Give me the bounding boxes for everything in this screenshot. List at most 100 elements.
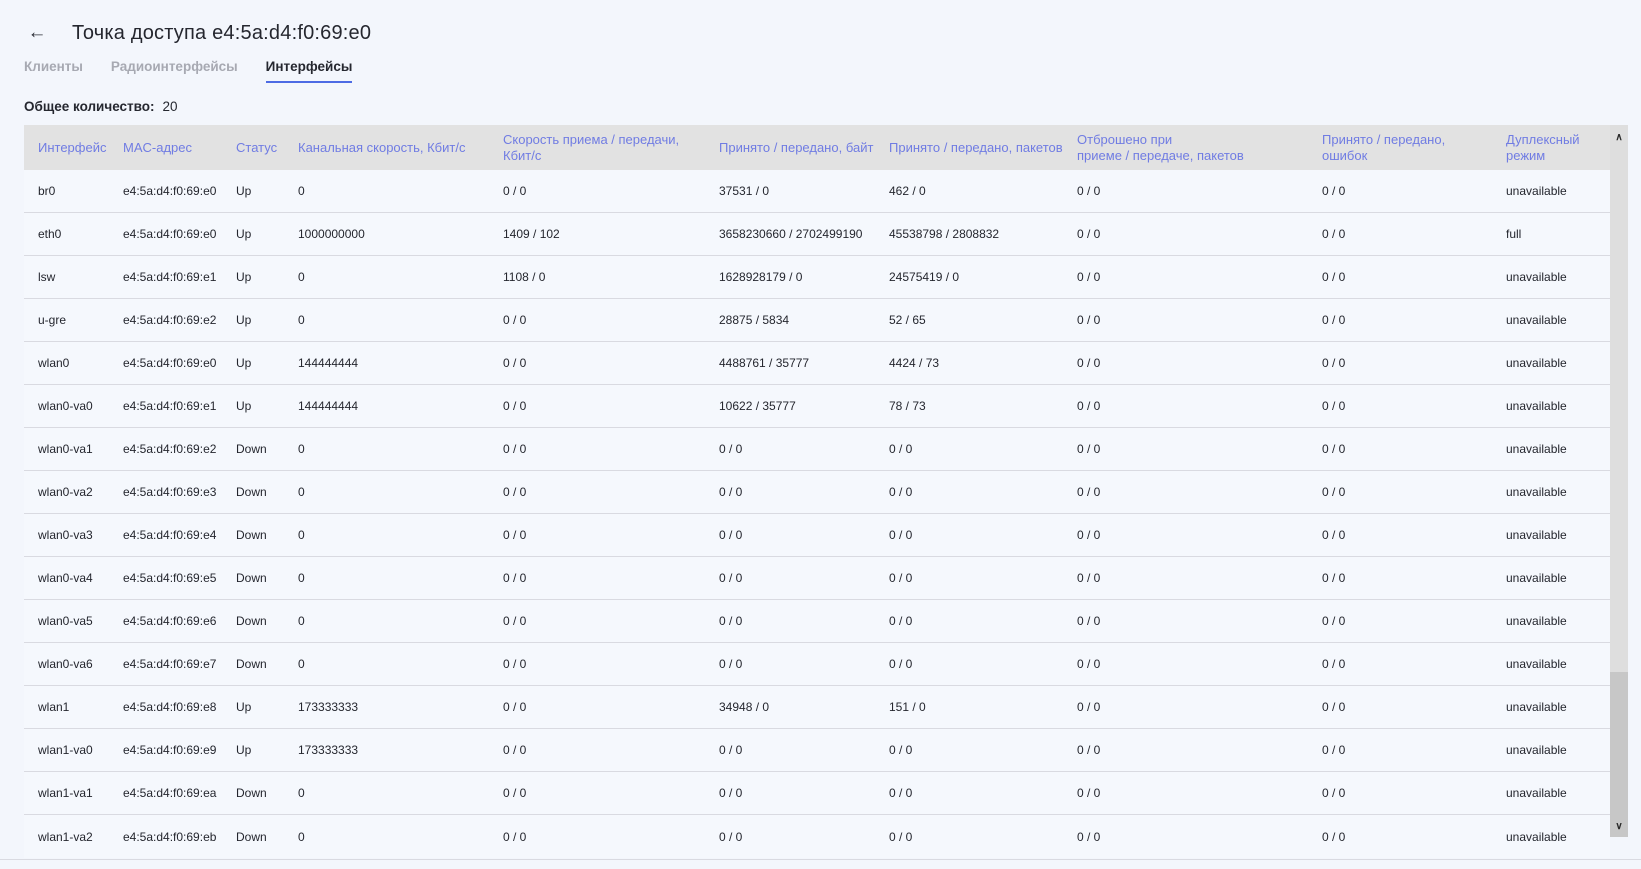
cell-status: Up <box>222 227 284 241</box>
table-row: wlan1-va1e4:5a:d4:f0:69:eaDown00 / 00 / … <box>24 772 1610 815</box>
cell-duplex: full <box>1492 227 1610 241</box>
cell-packets: 0 / 0 <box>875 786 1063 800</box>
cell-packets: 0 / 0 <box>875 571 1063 585</box>
scroll-down-button[interactable]: ∨ <box>1610 816 1628 836</box>
cell-mac: e4:5a:d4:f0:69:e4 <box>109 528 222 542</box>
cell-dropped: 0 / 0 <box>1063 227 1308 241</box>
cell-link-speed: 0 <box>284 270 489 284</box>
cell-packets: 24575419 / 0 <box>875 270 1063 284</box>
cell-errors: 0 / 0 <box>1308 399 1492 413</box>
column-header-interface[interactable]: Интерфейс <box>24 140 109 156</box>
cell-rx-tx-speed: 0 / 0 <box>489 700 705 714</box>
cell-mac: e4:5a:d4:f0:69:e7 <box>109 657 222 671</box>
column-header-mac[interactable]: MAC-адрес <box>109 140 222 156</box>
cell-link-speed: 0 <box>284 786 489 800</box>
cell-interface: wlan0-va3 <box>24 528 109 542</box>
cell-interface: eth0 <box>24 227 109 241</box>
cell-rx-tx-speed: 0 / 0 <box>489 184 705 198</box>
table-row: wlan1e4:5a:d4:f0:69:e8Up1733333330 / 034… <box>24 686 1610 729</box>
cell-bytes: 37531 / 0 <box>705 184 875 198</box>
cell-rx-tx-speed: 0 / 0 <box>489 830 705 844</box>
table-row: wlan1-va2e4:5a:d4:f0:69:ebDown00 / 00 / … <box>24 815 1610 858</box>
column-header-bytes[interactable]: Принято / передано, байт <box>705 140 875 156</box>
cell-packets: 0 / 0 <box>875 528 1063 542</box>
scrollbar-thumb[interactable] <box>1610 672 1628 837</box>
column-header-packets[interactable]: Принято / передано, пакетов <box>875 140 1063 156</box>
table-row: wlan0e4:5a:d4:f0:69:e0Up1444444440 / 044… <box>24 342 1610 385</box>
cell-bytes: 0 / 0 <box>705 786 875 800</box>
cell-packets: 45538798 / 2808832 <box>875 227 1063 241</box>
tab-radio-interfaces[interactable]: Радиоинтерфейсы <box>111 59 238 83</box>
cell-link-speed: 0 <box>284 571 489 585</box>
column-header-duplex[interactable]: Дуплексный режим <box>1492 132 1610 164</box>
cell-bytes: 28875 / 5834 <box>705 313 875 327</box>
cell-status: Up <box>222 399 284 413</box>
tab-interfaces[interactable]: Интерфейсы <box>266 59 353 83</box>
cell-duplex: unavailable <box>1492 786 1610 800</box>
cell-interface: br0 <box>24 184 109 198</box>
cell-errors: 0 / 0 <box>1308 830 1492 844</box>
cell-duplex: unavailable <box>1492 399 1610 413</box>
cell-duplex: unavailable <box>1492 830 1610 844</box>
cell-status: Down <box>222 485 284 499</box>
column-header-status[interactable]: Статус <box>222 140 284 156</box>
cell-errors: 0 / 0 <box>1308 356 1492 370</box>
cell-dropped: 0 / 0 <box>1063 571 1308 585</box>
cell-dropped: 0 / 0 <box>1063 399 1308 413</box>
column-header-link-speed[interactable]: Канальная скорость, Кбит/с <box>284 140 489 156</box>
cell-errors: 0 / 0 <box>1308 528 1492 542</box>
cell-rx-tx-speed: 0 / 0 <box>489 786 705 800</box>
cell-interface: lsw <box>24 270 109 284</box>
cell-bytes: 10622 / 35777 <box>705 399 875 413</box>
cell-dropped: 0 / 0 <box>1063 485 1308 499</box>
total-count: Общее количество: 20 <box>24 99 1641 114</box>
table-row: wlan0-va6e4:5a:d4:f0:69:e7Down00 / 00 / … <box>24 643 1610 686</box>
cell-errors: 0 / 0 <box>1308 184 1492 198</box>
cell-link-speed: 173333333 <box>284 743 489 757</box>
cell-duplex: unavailable <box>1492 442 1610 456</box>
vertical-scrollbar[interactable]: ∧ ∨ <box>1610 125 1628 837</box>
page-title: Точка доступа e4:5a:d4:f0:69:e0 <box>72 22 371 45</box>
cell-interface: wlan1-va2 <box>24 830 109 844</box>
tab-clients[interactable]: Клиенты <box>24 59 83 83</box>
cell-link-speed: 0 <box>284 313 489 327</box>
cell-interface: wlan1 <box>24 700 109 714</box>
cell-duplex: unavailable <box>1492 313 1610 327</box>
cell-packets: 0 / 0 <box>875 743 1063 757</box>
cell-mac: e4:5a:d4:f0:69:eb <box>109 830 222 844</box>
cell-rx-tx-speed: 0 / 0 <box>489 657 705 671</box>
cell-dropped: 0 / 0 <box>1063 442 1308 456</box>
back-button[interactable]: ← <box>26 22 48 44</box>
column-header-rx-tx-speed[interactable]: Скорость приема / передачи, Кбит/с <box>489 132 705 164</box>
cell-interface: wlan1-va1 <box>24 786 109 800</box>
cell-status: Down <box>222 442 284 456</box>
cell-status: Down <box>222 657 284 671</box>
cell-dropped: 0 / 0 <box>1063 270 1308 284</box>
cell-mac: e4:5a:d4:f0:69:ea <box>109 786 222 800</box>
cell-errors: 0 / 0 <box>1308 313 1492 327</box>
table-row: wlan0-va5e4:5a:d4:f0:69:e6Down00 / 00 / … <box>24 600 1610 643</box>
cell-rx-tx-speed: 0 / 0 <box>489 442 705 456</box>
cell-interface: wlan0 <box>24 356 109 370</box>
cell-mac: e4:5a:d4:f0:69:e1 <box>109 399 222 413</box>
cell-link-speed: 0 <box>284 657 489 671</box>
cell-rx-tx-speed: 1108 / 0 <box>489 270 705 284</box>
cell-bytes: 0 / 0 <box>705 485 875 499</box>
cell-mac: e4:5a:d4:f0:69:e0 <box>109 356 222 370</box>
cell-errors: 0 / 0 <box>1308 571 1492 585</box>
total-count-label: Общее количество: <box>24 99 155 114</box>
column-header-dropped[interactable]: Отброшено при приеме / передаче, пакетов <box>1063 132 1308 164</box>
cell-bytes: 0 / 0 <box>705 657 875 671</box>
cell-interface: wlan0-va5 <box>24 614 109 628</box>
table-body: br0e4:5a:d4:f0:69:e0Up00 / 037531 / 0462… <box>24 170 1610 858</box>
cell-packets: 52 / 65 <box>875 313 1063 327</box>
table-row: wlan1-va0e4:5a:d4:f0:69:e9Up1733333330 /… <box>24 729 1610 772</box>
total-count-value: 20 <box>163 99 178 114</box>
cell-status: Up <box>222 313 284 327</box>
scroll-up-button[interactable]: ∧ <box>1610 127 1628 147</box>
table-row: lswe4:5a:d4:f0:69:e1Up01108 / 0162892817… <box>24 256 1610 299</box>
column-header-errors[interactable]: Принято / передано, ошибок <box>1308 132 1492 164</box>
cell-rx-tx-speed: 0 / 0 <box>489 743 705 757</box>
cell-rx-tx-speed: 0 / 0 <box>489 571 705 585</box>
cell-rx-tx-speed: 0 / 0 <box>489 614 705 628</box>
